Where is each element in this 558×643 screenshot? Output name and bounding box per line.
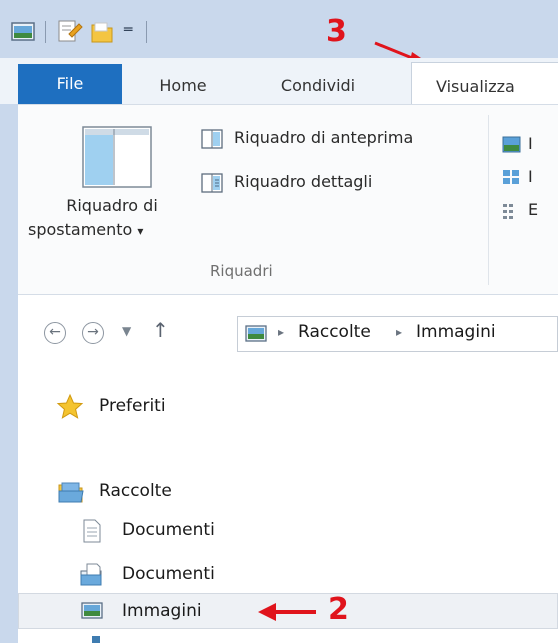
breadcrumb-separator[interactable]: ▸ xyxy=(396,325,402,339)
layout-option-2[interactable]: I xyxy=(528,167,533,186)
annotation-number-2: 2 xyxy=(328,592,349,627)
tab-home[interactable]: Home xyxy=(148,64,218,104)
documents-library-icon xyxy=(80,563,102,586)
favorites-star-icon xyxy=(56,393,84,419)
breadcrumb-pictures[interactable]: Immagini xyxy=(416,322,496,342)
document-icon xyxy=(83,519,101,543)
annotation-number-3: 3 xyxy=(326,14,347,49)
customize-toolbar-icon[interactable]: ═ xyxy=(124,22,132,38)
medium-icons-icon xyxy=(503,170,519,184)
navigation-pane-label-text: spostamento xyxy=(28,220,133,239)
large-icons-icon xyxy=(502,136,521,153)
annotation-arrow-2 xyxy=(258,603,316,621)
preview-pane-icon xyxy=(201,129,223,149)
recent-locations-dropdown[interactable]: ▼ xyxy=(122,324,131,338)
nav-item-libraries[interactable]: Raccolte xyxy=(99,481,172,501)
panes-group-label: Riquadri xyxy=(210,262,273,280)
tab-file[interactable]: File xyxy=(18,64,122,104)
forward-arrow-icon: → xyxy=(87,324,99,340)
tab-share[interactable]: Condividi xyxy=(268,64,368,104)
tab-view[interactable]: Visualizza xyxy=(411,62,558,106)
nav-item-favorites[interactable]: Preferiti xyxy=(99,396,166,416)
back-arrow-icon: ← xyxy=(49,324,61,340)
toolbar-separator xyxy=(45,21,46,43)
navigation-pane-icon[interactable] xyxy=(80,124,156,192)
group-separator xyxy=(488,115,489,285)
nav-item-pictures[interactable]: Immagini xyxy=(122,601,202,621)
libraries-folder-icon xyxy=(58,482,84,503)
dropdown-arrow-icon: ▾ xyxy=(137,224,144,238)
title-bar xyxy=(0,0,558,58)
up-arrow-icon[interactable]: ↑ xyxy=(152,318,169,342)
toolbar-separator xyxy=(146,21,147,43)
details-pane-icon xyxy=(201,173,223,193)
forward-button[interactable]: → xyxy=(82,322,104,344)
new-folder-icon[interactable] xyxy=(88,18,116,46)
pictures-icon xyxy=(81,602,103,619)
back-button[interactable]: ← xyxy=(44,322,66,344)
details-pane-button[interactable]: Riquadro dettagli xyxy=(234,172,372,191)
navigation-pane-label-2[interactable]: spostamento ▾ xyxy=(28,220,143,239)
preview-pane-button[interactable]: Riquadro di anteprima xyxy=(234,128,413,147)
nav-item-documents[interactable]: Documenti xyxy=(122,520,215,540)
pictures-library-icon xyxy=(245,325,267,342)
breadcrumb-libraries[interactable]: Raccolte xyxy=(298,322,371,342)
properties-icon[interactable] xyxy=(55,18,83,46)
list-icon xyxy=(503,204,513,219)
navigation-pane-label-1[interactable]: Riquadro di xyxy=(42,196,182,215)
layout-option-1[interactable]: I xyxy=(528,134,533,153)
breadcrumb-separator[interactable]: ▸ xyxy=(278,325,284,339)
nav-item-documents-library[interactable]: Documenti xyxy=(122,564,215,584)
next-item-icon-clipped xyxy=(92,636,100,643)
explorer-app-icon[interactable] xyxy=(10,20,38,44)
layout-option-3[interactable]: E xyxy=(528,200,538,219)
window-left-frame xyxy=(0,58,18,643)
